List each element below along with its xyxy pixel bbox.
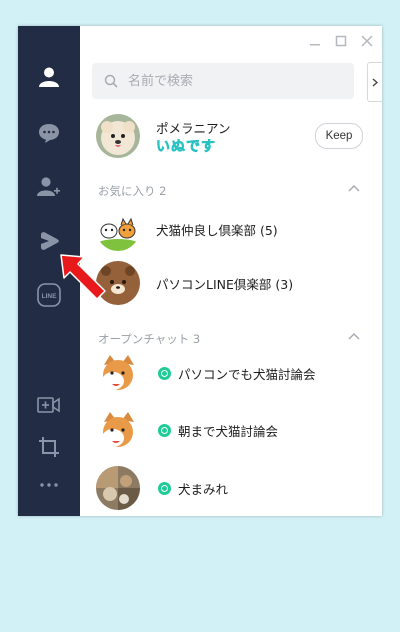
maximize-icon[interactable]: [334, 34, 348, 48]
group-name: 犬猫仲良し倶楽部 (5): [156, 222, 278, 238]
share-icon[interactable]: [36, 228, 62, 254]
chevron-up-icon[interactable]: [348, 332, 360, 340]
svg-text:LINE: LINE: [42, 293, 57, 300]
openchat-item[interactable]: 朝まで犬猫討論会: [80, 404, 382, 456]
keep-button[interactable]: Keep: [315, 123, 363, 149]
search-input[interactable]: [126, 72, 350, 90]
minimize-icon[interactable]: [308, 34, 322, 48]
chevron-right-icon: [372, 77, 378, 87]
chats-icon[interactable]: [36, 120, 62, 146]
profile-name: ポメラニアン: [156, 121, 231, 136]
openchat-icon: [158, 367, 171, 380]
search-icon: [104, 74, 118, 88]
profile-status: いぬです: [156, 139, 216, 156]
search-bar[interactable]: [92, 63, 354, 99]
openchat-item[interactable]: パソコンでも犬猫討論会: [80, 347, 382, 399]
favorite-item[interactable]: 犬猫仲良し倶楽部 (5): [80, 203, 382, 255]
avatar: [96, 114, 140, 158]
openchat-avatar: [96, 351, 140, 395]
group-name: パソコンLINE倶楽部 (3): [156, 276, 294, 292]
openchat-name: 朝まで犬猫討論会: [178, 423, 279, 439]
openchat-item[interactable]: 犬まみれ: [80, 462, 382, 514]
openchat-icon: [158, 482, 171, 495]
more-icon[interactable]: [36, 472, 62, 498]
favorite-item[interactable]: パソコンLINE倶楽部 (3): [80, 257, 382, 309]
pointer-arrow-icon: [60, 254, 106, 300]
chevron-up-icon[interactable]: [348, 184, 360, 192]
friends-panel: ポメラニアン いぬです Keep お気に入り 2 犬猫仲良し倶楽部 (5): [80, 26, 382, 516]
crop-icon[interactable]: [36, 434, 62, 460]
openchat-name: 犬まみれ: [178, 481, 229, 497]
openchat-avatar: [96, 466, 140, 510]
expand-panel-button[interactable]: [367, 62, 382, 102]
line-icon[interactable]: LINE: [36, 282, 62, 308]
group-avatar: [96, 207, 140, 251]
openchat-name: パソコンでも犬猫討論会: [178, 366, 316, 382]
add-friend-icon[interactable]: [36, 174, 62, 200]
video-add-icon[interactable]: [36, 392, 62, 418]
openchat-header[interactable]: オープンチャット 3: [98, 331, 200, 347]
close-icon[interactable]: [360, 34, 374, 48]
favorites-header[interactable]: お気に入り 2: [98, 183, 166, 199]
openchat-icon: [158, 424, 171, 437]
friends-icon[interactable]: [36, 64, 62, 90]
window-controls: [308, 34, 374, 48]
openchat-avatar: [96, 408, 140, 452]
